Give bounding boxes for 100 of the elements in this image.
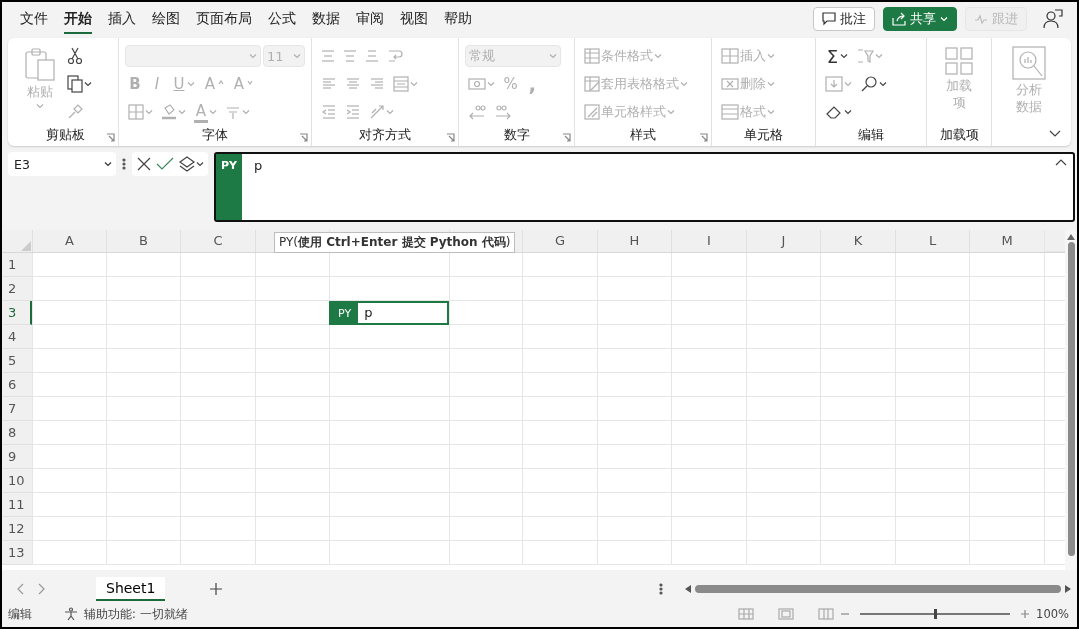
cell[interactable] [522,493,597,517]
cell[interactable] [329,397,449,421]
cell[interactable] [746,517,820,541]
cell[interactable] [106,301,180,325]
cell[interactable] [671,301,746,325]
cell[interactable] [329,277,449,301]
cell[interactable] [106,373,180,397]
menu-tab[interactable]: 公式 [260,6,304,32]
cell[interactable] [969,349,1044,373]
cell[interactable] [746,301,820,325]
cell[interactable] [449,493,522,517]
column-header[interactable]: K [820,230,895,252]
row-header[interactable]: 2 [2,277,32,301]
cell[interactable] [255,325,329,349]
cell[interactable] [449,325,522,349]
cell[interactable] [746,277,820,301]
previous-sheet-button[interactable] [16,583,24,595]
cell[interactable] [32,541,106,565]
cell[interactable] [671,373,746,397]
cell[interactable] [180,253,255,277]
cell[interactable] [895,397,969,421]
menu-tab[interactable]: 绘图 [144,6,188,32]
cell[interactable] [255,517,329,541]
comments-button[interactable]: 批注 [813,7,875,31]
cell[interactable] [671,493,746,517]
cell[interactable] [746,397,820,421]
cell[interactable] [106,325,180,349]
cell[interactable] [32,301,106,325]
cell[interactable] [746,493,820,517]
share-button[interactable]: 共享 [883,7,957,31]
cell[interactable] [671,277,746,301]
cell[interactable] [180,301,255,325]
row-header[interactable]: 11 [2,493,32,517]
column-header[interactable]: G [522,230,597,252]
cell[interactable] [895,301,969,325]
menu-tab[interactable]: 视图 [392,6,436,32]
cell[interactable] [449,373,522,397]
cell[interactable] [671,445,746,469]
cell[interactable] [597,397,671,421]
cell[interactable] [180,445,255,469]
cell[interactable] [597,541,671,565]
cell[interactable] [820,349,895,373]
cell[interactable] [106,493,180,517]
cell[interactable] [820,541,895,565]
cell[interactable] [969,493,1044,517]
column-header[interactable]: H [597,230,671,252]
cell[interactable] [820,469,895,493]
cell[interactable] [671,421,746,445]
cell[interactable] [106,349,180,373]
cell[interactable] [895,517,969,541]
cancel-button[interactable] [136,156,152,172]
dialog-launcher-button[interactable] [446,133,456,142]
cell[interactable] [106,541,180,565]
cell[interactable] [329,349,449,373]
cell[interactable] [969,541,1044,565]
cell[interactable] [895,421,969,445]
cell[interactable] [820,421,895,445]
cell[interactable] [522,469,597,493]
cell[interactable] [746,325,820,349]
cell[interactable] [449,421,522,445]
cell[interactable] [746,541,820,565]
cell[interactable] [597,493,671,517]
cell[interactable] [895,373,969,397]
cell[interactable] [449,445,522,469]
column-header[interactable]: J [746,230,820,252]
cell[interactable] [820,325,895,349]
cell[interactable] [329,469,449,493]
cell[interactable] [597,349,671,373]
cell[interactable] [820,253,895,277]
cell[interactable] [671,325,746,349]
cell[interactable] [329,517,449,541]
row-header[interactable]: 4 [2,325,32,349]
cell[interactable] [329,373,449,397]
cell[interactable] [746,445,820,469]
cell[interactable] [820,445,895,469]
cell[interactable] [255,349,329,373]
cell[interactable] [820,277,895,301]
cell[interactable] [895,277,969,301]
cell[interactable] [597,517,671,541]
row-header[interactable]: 12 [2,517,32,541]
cell[interactable] [746,349,820,373]
cell[interactable] [255,421,329,445]
cell[interactable] [180,541,255,565]
cell[interactable] [255,493,329,517]
cell[interactable] [32,445,106,469]
menu-tab[interactable]: 插入 [100,6,144,32]
cell[interactable] [895,325,969,349]
cell[interactable] [671,541,746,565]
cell[interactable] [522,349,597,373]
cell[interactable] [32,349,106,373]
cell[interactable] [820,517,895,541]
dialog-launcher-button[interactable] [105,133,115,142]
cell[interactable] [597,445,671,469]
row-header[interactable]: 3 [2,301,32,325]
next-sheet-button[interactable] [38,583,46,595]
cell[interactable] [449,397,522,421]
sheet-tab[interactable]: Sheet1 [96,577,166,601]
cell[interactable] [820,301,895,325]
menu-tab[interactable]: 页面布局 [188,6,260,32]
cell[interactable] [255,445,329,469]
